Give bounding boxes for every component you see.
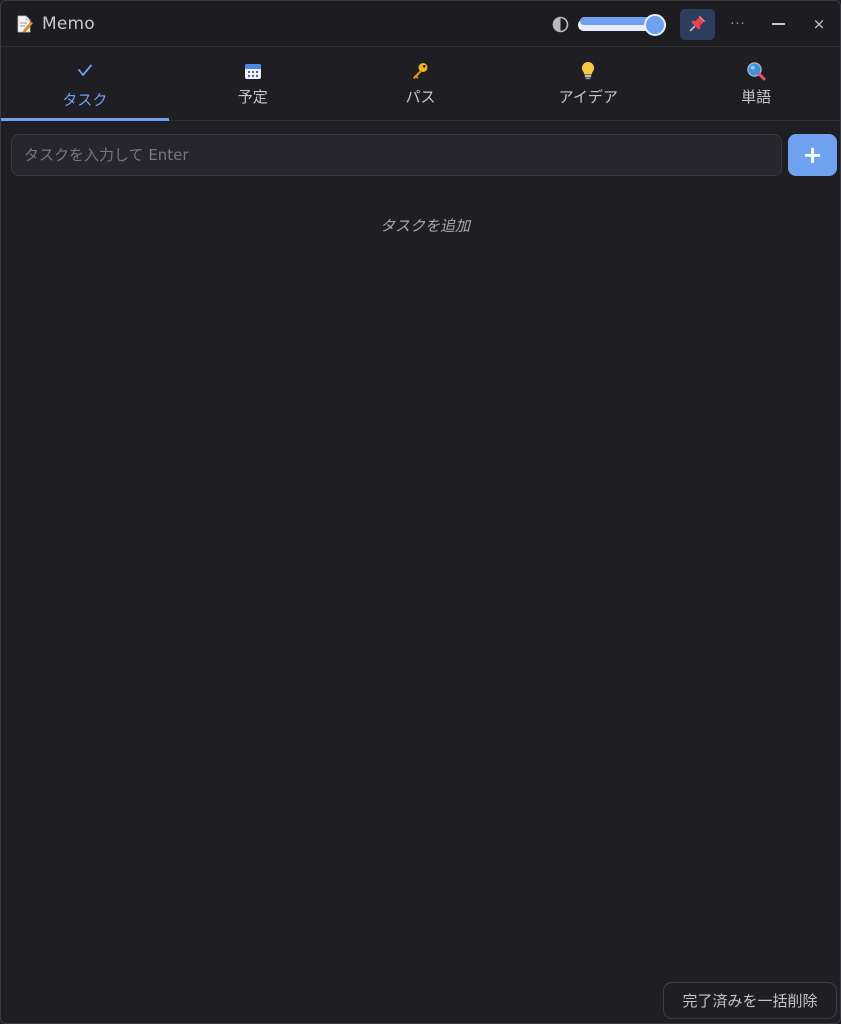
add-task-button[interactable]: + [788,134,837,176]
opacity-slider-thumb[interactable] [644,14,666,36]
checkmark-icon [74,60,96,82]
tab-passwords[interactable]: パス [337,48,505,120]
task-input[interactable] [11,134,782,176]
calendar-icon [242,60,264,82]
tab-passwords-label: パス [405,88,436,106]
lightbulb-icon [577,60,599,82]
app-window: Memo ··· × タスク 予定 パス アイデア 単語 タスクを入力して En… [0,0,841,1024]
tab-schedule-label: 予定 [237,88,268,106]
tab-words-label: 単語 [741,88,772,106]
tab-words[interactable]: 単語 [672,48,840,120]
empty-state-message: タスクを追加 [379,217,470,235]
more-icon: ··· [730,16,746,32]
tab-schedule[interactable]: 予定 [169,48,337,120]
app-title: Memo [42,14,95,34]
minimize-icon [771,23,785,25]
tab-ideas[interactable]: アイデア [504,48,672,120]
opacity-slider[interactable] [578,14,666,36]
minimize-button[interactable] [761,9,795,39]
title-bar[interactable]: Memo ··· × [1,1,840,47]
close-icon: × [812,15,826,33]
more-options-button[interactable]: ··· [721,9,755,39]
pushpin-icon [689,14,707,36]
magnifier-icon [745,60,767,82]
contrast-icon [552,16,569,33]
tab-bar: タスク 予定 パス アイデア 単語 [1,48,840,121]
tab-tasks-label: タスク [62,91,108,109]
close-button[interactable]: × [802,9,836,39]
key-icon [409,60,431,82]
memo-icon [15,15,33,33]
clear-completed-button[interactable]: 完了済みを一括削除 [663,982,837,1019]
pin-button[interactable] [680,9,715,40]
tab-ideas-label: アイデア [558,88,618,106]
tab-tasks[interactable]: タスク [1,48,169,121]
